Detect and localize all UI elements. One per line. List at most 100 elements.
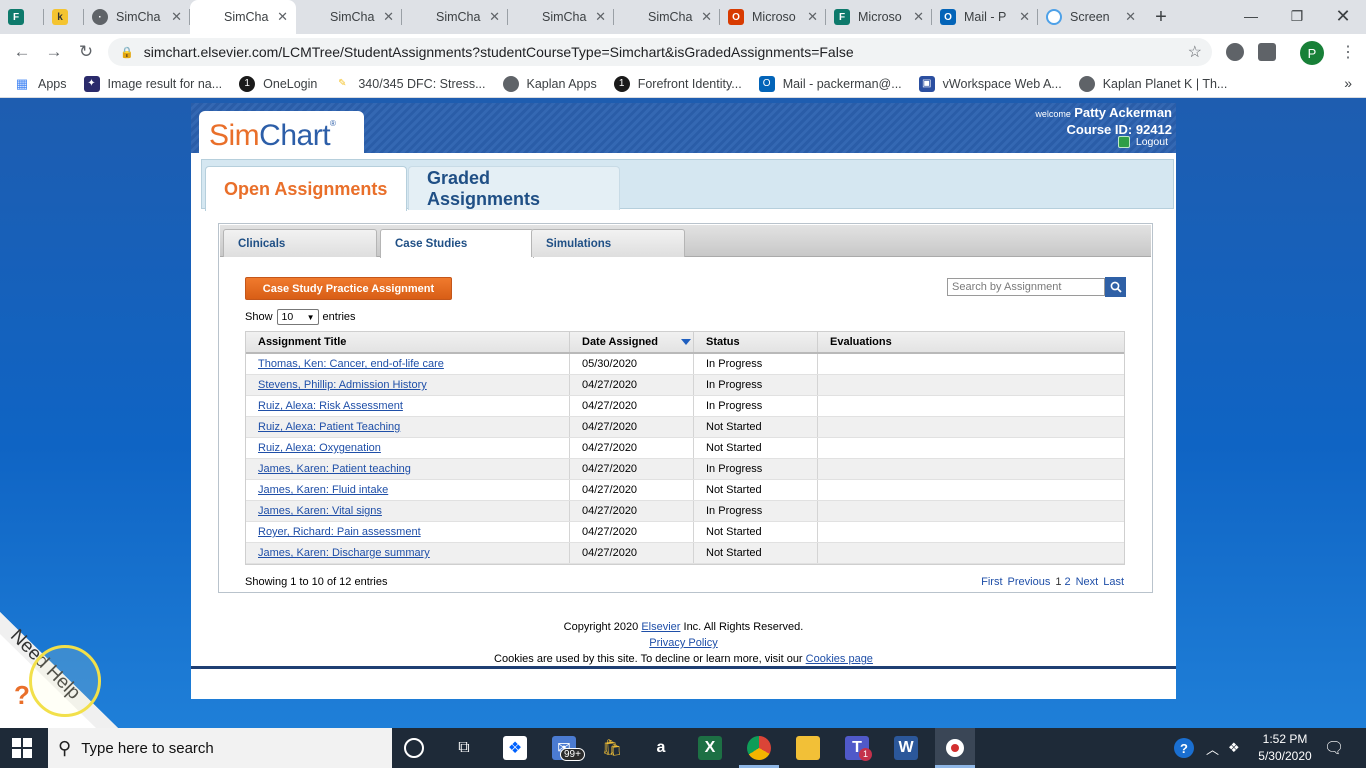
close-icon[interactable]: ✕	[277, 9, 288, 25]
bookmark-kaplan-apps[interactable]: Kaplan Apps	[502, 75, 597, 92]
browser-tab-simchart-1[interactable]: · SimCha ✕	[84, 0, 190, 34]
assignment-link[interactable]: James, Karen: Fluid intake	[258, 484, 388, 496]
browser-tab-simchart-4[interactable]: SimCha ✕	[402, 0, 508, 34]
assignment-link[interactable]: Ruiz, Alexa: Oxygenation	[258, 442, 381, 454]
close-window-icon[interactable]: ✕	[1320, 0, 1366, 32]
recorder-button[interactable]	[935, 728, 975, 768]
browser-tab-screencast[interactable]: Screen ✕	[1038, 0, 1144, 34]
bookmark-onelogin[interactable]: 1 OneLogin	[239, 75, 317, 92]
browser-tab-simchart-active[interactable]: SimCha ✕	[190, 0, 296, 34]
system-clock[interactable]: 1:52 PM 5/30/2020	[1250, 731, 1320, 765]
assignment-link[interactable]: James, Karen: Vital signs	[258, 505, 382, 517]
assignment-link[interactable]: Royer, Richard: Pain assessment	[258, 526, 421, 538]
cortana-icon[interactable]	[404, 738, 424, 758]
pager-page-1[interactable]: 1	[1055, 576, 1061, 588]
cookies-page-link[interactable]: Cookies page	[806, 653, 873, 665]
privacy-policy-link[interactable]: Privacy Policy	[649, 637, 717, 649]
browser-tab-kaplan[interactable]: k	[44, 0, 84, 34]
windows-start-icon[interactable]	[12, 738, 32, 758]
word-icon[interactable]: W	[894, 736, 918, 760]
browser-tab-microsoft-office[interactable]: O Microso ✕	[720, 0, 826, 34]
pager-previous[interactable]: Previous	[1008, 576, 1051, 588]
tab-graded-assignments[interactable]: Graded Assignments	[408, 166, 620, 210]
chevron-right-icon[interactable]: »	[1344, 75, 1352, 91]
close-icon[interactable]: ✕	[913, 9, 924, 25]
pager-first[interactable]: First	[981, 576, 1002, 588]
tab-open-assignments[interactable]: Open Assignments	[205, 166, 407, 211]
bookmark-vworkspace[interactable]: ▣ vWorkspace Web A...	[918, 75, 1062, 92]
cell-date-assigned: 05/30/2020	[570, 354, 694, 374]
column-header-status[interactable]: Status	[694, 332, 818, 352]
assignment-link[interactable]: James, Karen: Discharge summary	[258, 547, 430, 559]
amazon-icon[interactable]: a	[649, 736, 673, 760]
close-icon[interactable]: ✕	[807, 9, 818, 25]
pager-page-2[interactable]: 2	[1064, 576, 1070, 588]
address-bar[interactable]: 🔒 simchart.elsevier.com/LCMTree/StudentA…	[108, 38, 1212, 66]
chevron-up-icon[interactable]: ︿	[1206, 728, 1219, 768]
browser-tab-simchart-3[interactable]: SimCha ✕	[296, 0, 402, 34]
chrome-icon[interactable]	[747, 736, 771, 760]
elsevier-link[interactable]: Elsevier	[641, 621, 680, 633]
assignment-link[interactable]: Ruiz, Alexa: Risk Assessment	[258, 400, 403, 412]
task-view-icon[interactable]: ⧉	[452, 736, 476, 760]
bookmark-image-result[interactable]: ✦ Image result for na...	[83, 75, 222, 92]
close-icon[interactable]: ✕	[1125, 9, 1136, 25]
assignment-link[interactable]: Ruiz, Alexa: Patient Teaching	[258, 421, 400, 433]
taskbar-search[interactable]: ⚲ Type here to search	[48, 728, 392, 768]
tab-simulations[interactable]: Simulations	[531, 229, 685, 257]
search-button[interactable]	[1105, 277, 1126, 297]
pager-next[interactable]: Next	[1076, 576, 1099, 588]
close-icon[interactable]: ✕	[595, 9, 606, 25]
profile-avatar[interactable]: P	[1300, 41, 1324, 65]
need-help-widget[interactable]: Need Help ?	[0, 612, 118, 728]
shield-icon[interactable]	[1258, 43, 1276, 61]
browser-tab-simchart-5[interactable]: SimCha ✕	[508, 0, 614, 34]
close-icon[interactable]: ✕	[701, 9, 712, 25]
tab-clinicals[interactable]: Clinicals	[223, 229, 377, 257]
dropbox-icon[interactable]: ❖	[503, 736, 527, 760]
assignment-link[interactable]: Thomas, Ken: Cancer, end-of-life care	[258, 358, 444, 370]
browser-tab-microsoft-forms[interactable]: F Microso ✕	[826, 0, 932, 34]
new-tab-button[interactable]: +	[1144, 0, 1178, 34]
excel-icon[interactable]: X	[698, 736, 722, 760]
column-header-title[interactable]: Assignment Title	[246, 332, 570, 352]
pager-last[interactable]: Last	[1103, 576, 1124, 588]
bookmark-kaplan-planet[interactable]: Kaplan Planet K | Th...	[1078, 75, 1227, 92]
search-input[interactable]: Search by Assignment	[947, 278, 1105, 296]
forward-arrow-icon[interactable]: →	[42, 40, 66, 64]
extension-icon[interactable]	[1226, 43, 1244, 61]
entries-select[interactable]: 10 ▼	[276, 309, 319, 325]
minimize-icon[interactable]: —	[1228, 0, 1274, 32]
case-study-practice-button[interactable]: Case Study Practice Assignment	[245, 277, 452, 300]
close-icon[interactable]: ✕	[1019, 9, 1030, 25]
close-icon[interactable]: ✕	[489, 9, 500, 25]
bookmark-star-icon[interactable]: ☆	[1188, 42, 1202, 62]
bookmark-apps[interactable]: ▦ Apps	[14, 76, 67, 92]
notification-icon[interactable]: 🗨	[1324, 728, 1344, 768]
back-arrow-icon[interactable]: ←	[10, 40, 34, 64]
browser-tab-simchart-6[interactable]: SimCha ✕	[614, 0, 720, 34]
logout-link[interactable]: Logout	[1117, 136, 1168, 148]
reload-icon[interactable]: ↻	[74, 40, 98, 64]
dropbox-tray-icon[interactable]: ❖	[1228, 728, 1240, 768]
browser-tab-forms[interactable]: F	[0, 0, 44, 34]
column-header-evaluations[interactable]: Evaluations	[818, 332, 1124, 352]
tab-case-studies[interactable]: Case Studies	[380, 229, 534, 258]
assignment-link[interactable]: James, Karen: Patient teaching	[258, 463, 411, 475]
bookmark-forefront[interactable]: 1 Forefront Identity...	[613, 75, 742, 92]
menu-dots-icon[interactable]: ⋮	[1340, 42, 1356, 62]
table-row: James, Karen: Fluid intake 04/27/2020 Not …	[246, 480, 1124, 501]
help-tray-icon[interactable]: ?	[1174, 728, 1194, 768]
close-icon[interactable]: ✕	[383, 9, 394, 25]
record-icon	[946, 739, 964, 757]
assignment-link[interactable]: Stevens, Phillip: Admission History	[258, 379, 427, 391]
restore-icon[interactable]: ❐	[1274, 0, 1320, 32]
bookmark-mail[interactable]: O Mail - packerman@...	[758, 75, 902, 92]
bookmark-dfc-stress[interactable]: ✎ 340/345 DFC: Stress...	[334, 76, 485, 92]
column-header-date[interactable]: Date Assigned	[570, 332, 694, 352]
store-icon[interactable]: 🛍	[600, 736, 624, 760]
close-icon[interactable]: ✕	[171, 9, 182, 25]
cell-date-assigned: 04/27/2020	[570, 543, 694, 563]
file-explorer-icon[interactable]	[796, 736, 820, 760]
browser-tab-mail[interactable]: O Mail - P ✕	[932, 0, 1038, 34]
